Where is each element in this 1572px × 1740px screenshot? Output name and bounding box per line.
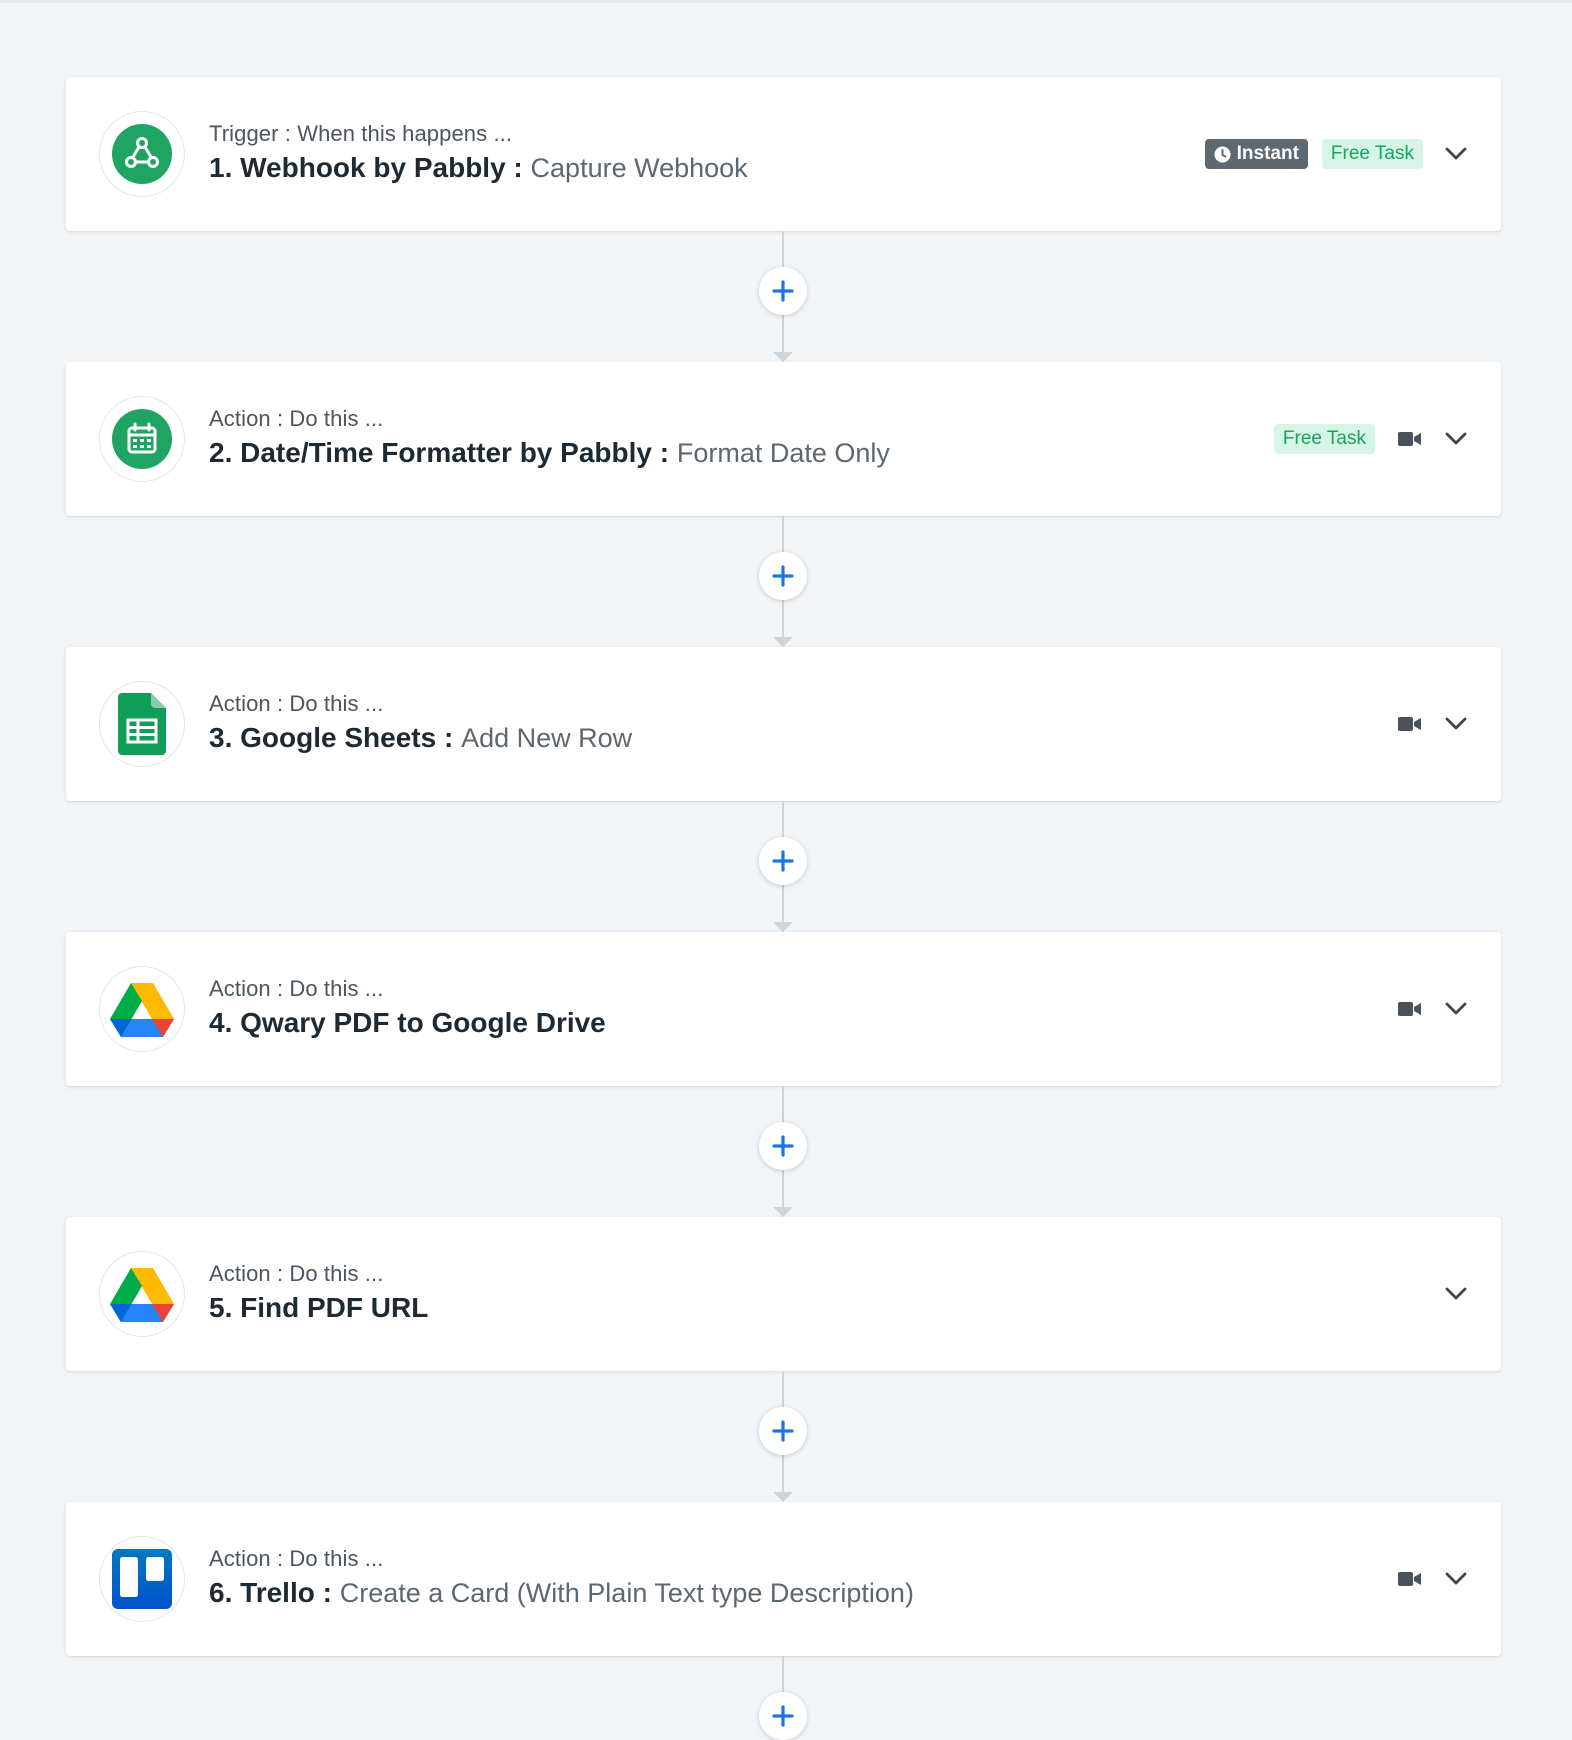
workflow-canvas: Trigger : When this happens ... 1. Webho… (0, 0, 1572, 1740)
step-tools: Instant Free Task (1204, 77, 1471, 231)
step-event-name: Capture Webhook (530, 153, 748, 183)
step-app-name: 1. Webhook by Pabbly (209, 152, 506, 183)
step-card-5[interactable]: Action : Do this ... 5. Find PDF URL (66, 1217, 1501, 1371)
connector-arrow-icon (773, 922, 793, 932)
video-tutorial-button[interactable] (1397, 1569, 1423, 1589)
connector-arrow-icon (773, 637, 793, 647)
plus-icon (772, 850, 794, 872)
step-title: 5. Find PDF URL (209, 1292, 428, 1324)
step-separator: : (505, 152, 531, 183)
free-task-badge: Free Task (1273, 424, 1375, 454)
chevron-down-icon (1445, 1002, 1467, 1015)
step-event-name: Create a Card (With Plain Text type Desc… (339, 1578, 914, 1608)
expand-step-button[interactable] (1441, 139, 1471, 169)
step-app-name: 2. Date/Time Formatter by Pabbly (209, 437, 652, 468)
free-task-badge: Free Task (1321, 139, 1423, 169)
trello-icon (112, 1549, 172, 1609)
app-icon-container (99, 681, 185, 767)
plus-icon (772, 1705, 794, 1727)
step-kind-label: Action : Do this ... (209, 406, 384, 431)
step-kind-label: Action : Do this ... (209, 1546, 384, 1571)
free-task-badge-label: Free Task (1330, 143, 1414, 164)
video-camera-icon (1398, 1572, 1421, 1586)
step-separator: : (651, 437, 677, 468)
chevron-down-icon (1445, 1287, 1467, 1300)
plus-icon (772, 565, 794, 587)
step-card-4[interactable]: Action : Do this ... 4. Qwary PDF to Goo… (66, 932, 1501, 1086)
google-drive-icon (110, 1268, 174, 1322)
step-event-name: Add New Row (461, 723, 633, 753)
video-camera-icon (1398, 717, 1421, 731)
video-tutorial-button[interactable] (1397, 429, 1423, 449)
step-card-2[interactable]: Action : Do this ... 2. Date/Time Format… (66, 362, 1501, 516)
step-card-1[interactable]: Trigger : When this happens ... 1. Webho… (66, 77, 1501, 231)
add-step-button[interactable] (759, 552, 807, 600)
add-step-button[interactable] (759, 267, 807, 315)
video-camera-icon (1398, 432, 1421, 446)
step-separator: : (436, 722, 462, 753)
clock-icon (1214, 146, 1231, 162)
plus-icon (772, 280, 794, 302)
step-app-name: 6. Trello (209, 1577, 315, 1608)
chevron-down-icon (1445, 717, 1467, 730)
step-tools (1437, 1217, 1471, 1371)
free-task-badge-label: Free Task (1282, 428, 1366, 449)
video-tutorial-button[interactable] (1397, 999, 1423, 1019)
step-title: 2. Date/Time Formatter by Pabbly : Forma… (209, 437, 890, 469)
step-tools (1389, 647, 1471, 801)
expand-step-button[interactable] (1441, 1564, 1471, 1594)
step-kind-label: Action : Do this ... (209, 1261, 384, 1286)
chevron-down-icon (1445, 147, 1467, 160)
step-event-name: Format Date Only (676, 438, 890, 468)
step-tools: Free Task (1273, 362, 1471, 516)
connector-arrow-icon (773, 1492, 793, 1502)
step-kind-label: Action : Do this ... (209, 976, 384, 1001)
step-title: 6. Trello : Create a Card (With Plain Te… (209, 1577, 914, 1609)
connector-arrow-icon (773, 352, 793, 362)
connector-arrow-icon (773, 1207, 793, 1217)
chevron-down-icon (1445, 432, 1467, 445)
add-step-button[interactable] (759, 837, 807, 885)
step-separator: : (314, 1577, 340, 1608)
step-title: 4. Qwary PDF to Google Drive (209, 1007, 606, 1039)
app-icon-container (99, 111, 185, 197)
step-card-6[interactable]: Action : Do this ... 6. Trello : Create … (66, 1502, 1501, 1656)
step-app-name: 4. Qwary PDF to Google Drive (209, 1007, 606, 1038)
step-kind-label: Trigger : When this happens ... (209, 121, 513, 146)
expand-step-button[interactable] (1441, 994, 1471, 1024)
video-camera-icon (1398, 1002, 1421, 1016)
step-card-3[interactable]: Action : Do this ... 3. Google Sheets : … (66, 647, 1501, 801)
step-app-name: 5. Find PDF URL (209, 1292, 429, 1323)
video-tutorial-button[interactable] (1397, 714, 1423, 734)
expand-step-button[interactable] (1441, 709, 1471, 739)
google-drive-icon (110, 983, 174, 1037)
step-title: 1. Webhook by Pabbly : Capture Webhook (209, 152, 748, 184)
add-step-button[interactable] (759, 1692, 807, 1740)
expand-step-button[interactable] (1441, 424, 1471, 454)
add-step-button[interactable] (759, 1407, 807, 1455)
expand-step-button[interactable] (1441, 1279, 1471, 1309)
step-kind-label: Action : Do this ... (209, 691, 384, 716)
step-title: 3. Google Sheets : Add New Row (209, 722, 632, 754)
chevron-down-icon (1445, 1572, 1467, 1585)
plus-icon (772, 1135, 794, 1157)
plus-icon (772, 1420, 794, 1442)
step-app-name: 3. Google Sheets (209, 722, 437, 753)
app-icon-container (99, 1251, 185, 1337)
app-icon-container (99, 396, 185, 482)
instant-badge: Instant (1204, 139, 1308, 169)
calendar-icon (112, 409, 172, 469)
step-tools (1389, 932, 1471, 1086)
instant-badge-label: Instant (1236, 143, 1299, 164)
google-sheets-icon (118, 693, 166, 755)
app-icon-container (99, 1536, 185, 1622)
step-tools (1389, 1502, 1471, 1656)
app-icon-container (99, 966, 185, 1052)
webhook-icon (112, 124, 172, 184)
add-step-button[interactable] (759, 1122, 807, 1170)
